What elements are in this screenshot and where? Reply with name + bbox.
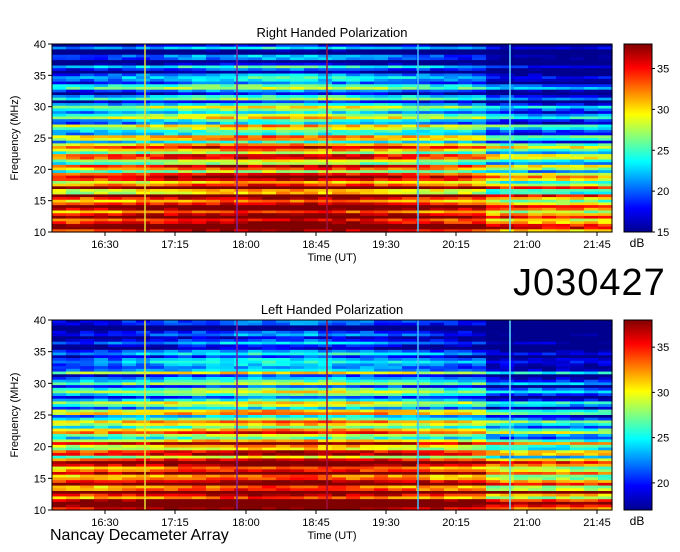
x-axis-ticks: 16:30 17:15 18:00 18:45 19:30 20:15 21:00 21:45: [91, 232, 611, 251]
left-polarization-panel: Left Handed Polarization 10152025303540 …: [9, 302, 669, 542]
colorbar: [623, 43, 653, 233]
colorbar-tick-label: 35: [657, 64, 669, 76]
x-tick-label: 21:45: [583, 239, 611, 251]
y-tick-label: 30: [34, 102, 46, 114]
y-tick-label: 40: [34, 39, 46, 51]
y-axis-label: Frequency (MHz): [9, 96, 21, 181]
x-tick-label: 17:15: [161, 239, 189, 251]
x-tick-label: 16:30: [91, 239, 119, 251]
x-axis-label: Time (UT): [307, 252, 356, 264]
colorbar-tick-label: 15: [657, 227, 669, 239]
x-tick-label: 18:00: [232, 239, 260, 251]
panel-title: Left Handed Polarization: [261, 302, 403, 317]
y-tick-label: 15: [34, 196, 46, 208]
y-tick-label: 20: [34, 164, 46, 176]
colorbar-tick-label: 30: [657, 104, 669, 116]
panel-title: Right Handed Polarization: [256, 25, 407, 40]
y-axis-ticks: 10 15 20 25 30 35 40: [34, 39, 52, 239]
spectrogram-heatmap: [52, 44, 613, 233]
right-polarization-panel: Right Handed Polarization 10 15 20 25 30 35 40…: [9, 25, 669, 264]
colorbar-ticks: 15 20 25 30 35: [652, 64, 669, 239]
x-tick-label: 21:00: [513, 239, 541, 251]
x-tick-label: 18:45: [302, 239, 330, 251]
x-tick-label: 19:30: [372, 239, 400, 251]
y-tick-label: 35: [34, 70, 46, 82]
colorbar-tick-label: 20: [657, 186, 669, 198]
x-tick-label: 20:15: [442, 239, 470, 251]
y-tick-label: 25: [34, 133, 46, 145]
spectrogram-heatmap: [52, 320, 613, 511]
colorbar-unit-label: dB: [630, 236, 645, 250]
colorbar-tick-label: 25: [657, 145, 669, 157]
y-tick-label: 10: [34, 227, 46, 239]
